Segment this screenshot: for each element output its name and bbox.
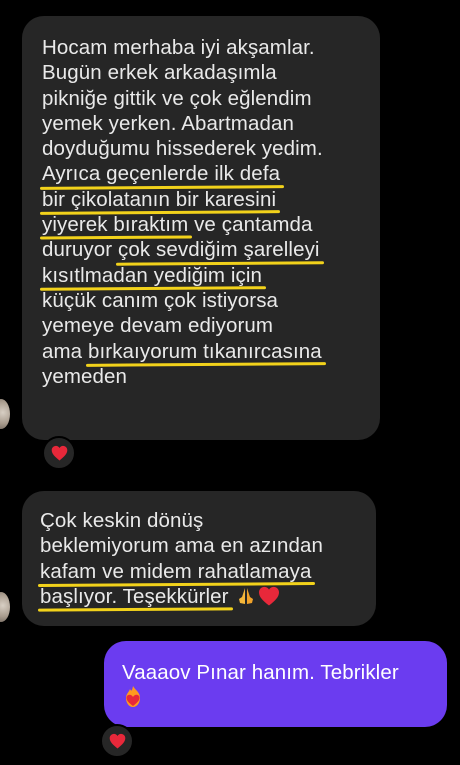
red-heart-icon [109, 733, 125, 749]
message-bubble-incoming-2[interactable]: Çok keskin dönüş beklemiyorum ama en azı… [22, 491, 376, 626]
highlighted-text: yiyerek bıraktım [42, 213, 189, 237]
sender-avatar[interactable] [0, 399, 10, 429]
message-bubble-outgoing[interactable]: Vaaaov Pınar hanım. Tebrikler [104, 641, 447, 727]
message-line: doyduğumu hissederek yedim. [42, 137, 323, 161]
sender-avatar[interactable] [0, 592, 10, 622]
message-line: yemek yerken. Abartmadan [42, 111, 294, 135]
highlighted-text: kafam ve midem rahatlamaya [40, 559, 312, 583]
message-line: beklemiyorum ama en azından [40, 534, 324, 558]
highlighted-text: bir çikolatanın bir karesini [42, 187, 277, 211]
message-text: ve çantamda [194, 213, 313, 237]
message-line: bir çikolatanın bir karesini [42, 187, 362, 212]
red-heart-icon [258, 586, 280, 612]
message-line: kısıtlmadan yediğim için [42, 263, 362, 288]
message-line: yemeden [42, 364, 128, 388]
highlighted-text: başlıyor. Teşekkürler [40, 584, 229, 608]
heart-on-fire-icon [122, 685, 144, 715]
highlighted-text: bırkaıyorum tıkanırcasına [87, 339, 322, 363]
message-line [122, 685, 431, 715]
heart-reaction-badge[interactable] [100, 724, 134, 758]
message-line: pikniğe gittik ve çok eğlendim [42, 86, 312, 110]
message-line: yemeye devam ediyorum [42, 314, 274, 338]
message-line: başlıyor. Teşekkürler [40, 584, 358, 612]
message-line: yiyerek bıraktım ve çantamda [42, 212, 362, 237]
message-line: küçük canım çok istiyorsa [42, 288, 279, 312]
folded-hands-icon [236, 586, 256, 612]
message-line: Vaaaov Pınar hanım. Tebrikler [122, 661, 399, 684]
message-bubble-incoming-1[interactable]: Hocam merhaba iyi akşamlar. Bugün erkek … [22, 16, 380, 440]
message-line: kafam ve midem rahatlamaya [40, 559, 358, 584]
red-heart-icon [51, 445, 67, 461]
message-text: ama [42, 339, 83, 363]
highlighted-text: Ayrıca geçenlerde ilk defa [42, 162, 281, 186]
message-line: ama bırkaıyorum tıkanırcasına [42, 339, 362, 364]
message-line: Bugün erkek arkadaşımla [42, 61, 277, 85]
message-line: Hocam merhaba iyi akşamlar. [42, 36, 315, 59]
heart-reaction-badge[interactable] [42, 436, 76, 470]
message-text: duruyor [42, 238, 113, 262]
message-line: Çok keskin dönüş [40, 509, 204, 532]
highlighted-text: çok sevdiğim şarelleyi [118, 238, 320, 262]
message-line: duruyor çok sevdiğim şarelleyi [42, 237, 362, 262]
message-line: Ayrıca geçenlerde ilk defa [42, 161, 362, 186]
highlighted-text: kısıtlmadan yediğim için [42, 263, 263, 287]
